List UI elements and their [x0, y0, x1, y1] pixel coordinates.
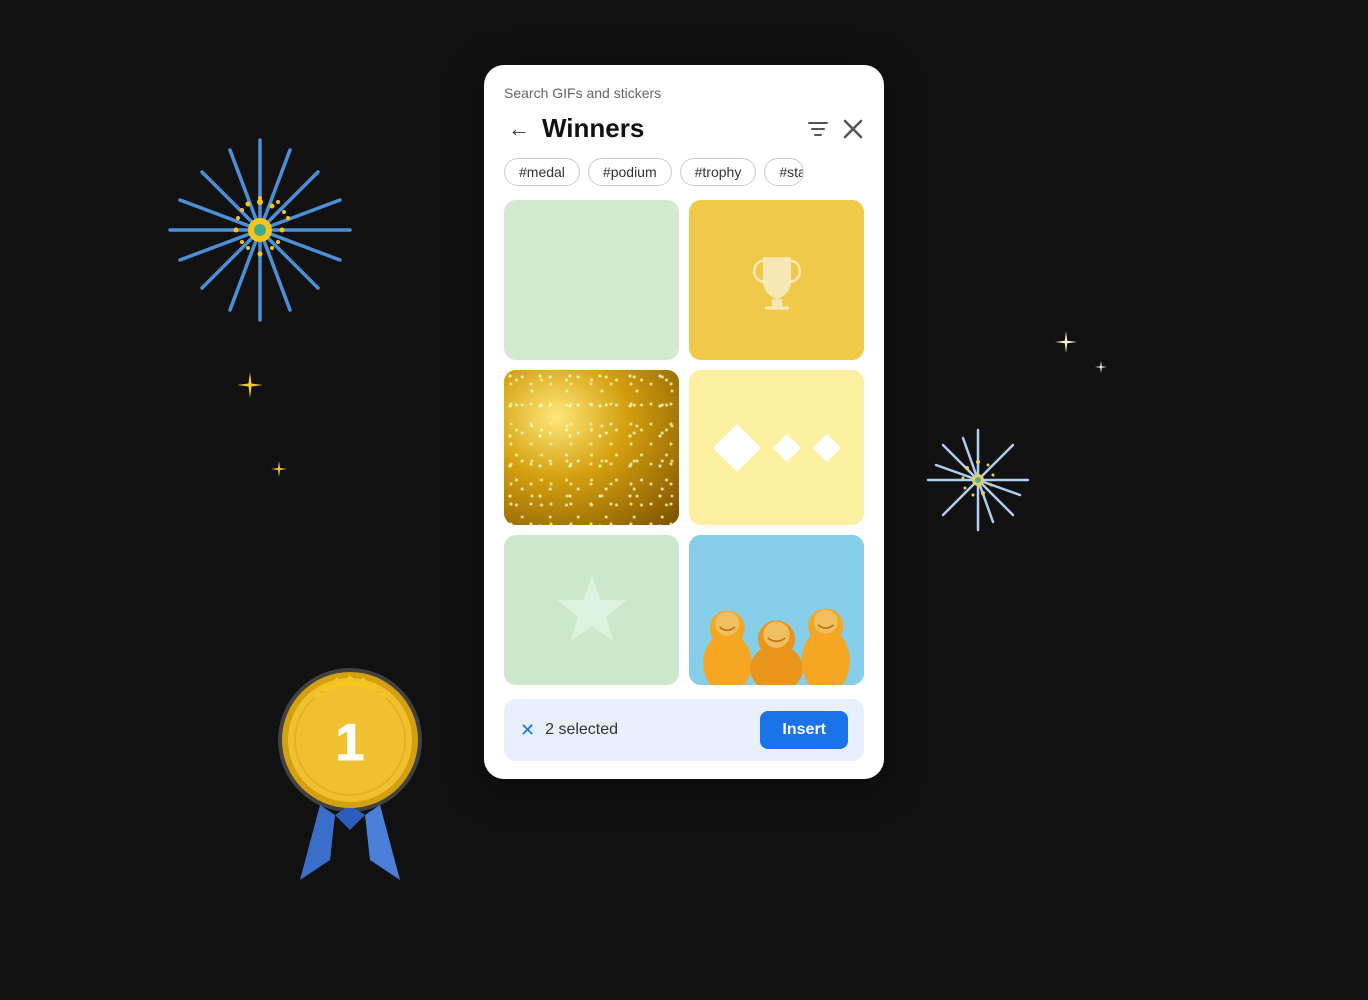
grid-item-6[interactable] [689, 535, 864, 685]
close-icon [842, 118, 864, 140]
filter-icon [806, 117, 830, 141]
filter-button[interactable] [806, 117, 830, 141]
selected-info: ✕ 2 selected [520, 720, 618, 741]
sparkle-decoration-3 [1054, 330, 1078, 360]
tags-row: #medal #podium #trophy #sta [484, 158, 884, 200]
star-icon [552, 570, 632, 650]
bottom-bar: ✕ 2 selected Insert [504, 699, 864, 761]
people-photo [689, 535, 864, 685]
sparkle-decoration-4 [1094, 360, 1108, 377]
diamond-small-icon [771, 432, 803, 464]
nav-right [806, 117, 864, 141]
tag-star-partial[interactable]: #sta [764, 158, 804, 186]
trophy-icon [742, 245, 812, 315]
medal-decoration: {/* Serrated circle approximated with po… [240, 620, 460, 880]
page-title: Winners [542, 113, 644, 144]
sparkle-decoration-1 [235, 370, 265, 407]
grid-item-3[interactable] [504, 370, 679, 525]
nav-row: ← Winners [504, 113, 864, 144]
light-starburst-decoration [918, 420, 1038, 540]
gif-grid [484, 200, 884, 685]
tag-medal[interactable]: #medal [504, 158, 580, 186]
grid-item-5[interactable] [504, 535, 679, 685]
insert-button[interactable]: Insert [760, 711, 848, 749]
tag-podium[interactable]: #podium [588, 158, 672, 186]
svg-text:1: 1 [336, 714, 365, 772]
blue-starburst-decoration [150, 120, 370, 340]
clear-selection-button[interactable]: ✕ [520, 720, 535, 741]
diamond-small-icon-2 [811, 432, 843, 464]
selected-count: 2 selected [545, 721, 618, 739]
close-button[interactable] [842, 118, 864, 140]
grid-item-4[interactable] [689, 370, 864, 525]
tag-trophy[interactable]: #trophy [680, 158, 757, 186]
back-button[interactable]: ← [504, 118, 534, 140]
diamond-large-icon [711, 422, 763, 474]
grid-item-2[interactable] [689, 200, 864, 360]
sparkle-decoration-2 [270, 460, 288, 483]
grid-item-1[interactable] [504, 200, 679, 360]
modal-header: Search GIFs and stickers ← Winners [484, 65, 884, 158]
nav-left: ← Winners [504, 113, 644, 144]
gif-search-modal: Search GIFs and stickers ← Winners [484, 65, 884, 779]
search-label: Search GIFs and stickers [504, 85, 864, 101]
